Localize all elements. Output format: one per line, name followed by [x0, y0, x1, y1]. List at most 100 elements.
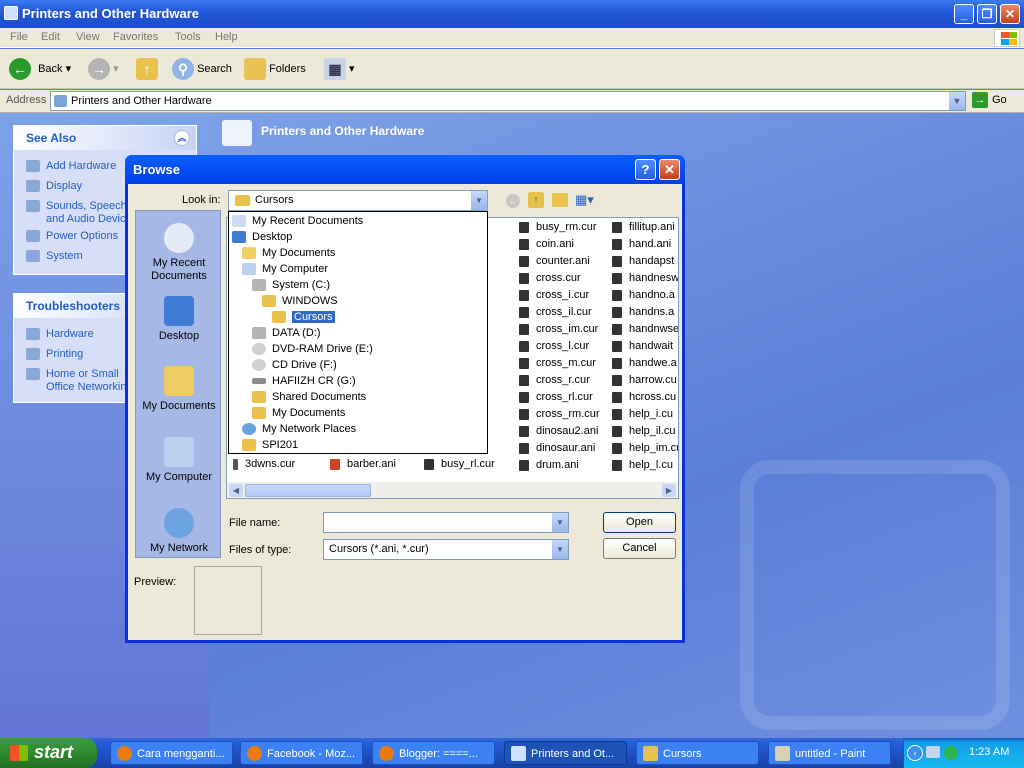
file-item[interactable]: dinosaur.ani [519, 442, 595, 454]
maximize-button[interactable]: ❐ [977, 4, 997, 24]
up-one-level-icon[interactable]: ↑ [528, 192, 544, 208]
menu-file[interactable]: File [10, 31, 28, 43]
look-in-dropdown-list[interactable]: My Recent Documents Desktop My Documents… [228, 211, 488, 454]
file-item[interactable]: cross_l.cur [519, 340, 589, 352]
task-facebook[interactable]: Facebook - Moz... [240, 741, 363, 765]
view-menu-icon[interactable]: ▦▾ [575, 192, 597, 208]
wireless-icon[interactable] [944, 746, 958, 760]
dropdown-item-network-places[interactable]: My Network Places [242, 421, 356, 437]
system-link[interactable]: System [26, 250, 83, 263]
place-my-computer[interactable]: My Computer [136, 437, 222, 484]
file-item[interactable]: coin.ani [519, 238, 574, 250]
file-type-dropdown-button[interactable]: ▼ [552, 540, 568, 559]
go-button[interactable]: → Go [972, 92, 1007, 108]
add-hardware-link[interactable]: Add Hardware [26, 160, 116, 173]
printing-troubleshooter-link[interactable]: Printing [26, 348, 83, 361]
minimize-button[interactable]: _ [954, 4, 974, 24]
help-button[interactable]: ? [635, 159, 656, 180]
file-item[interactable]: cross_r.cur [519, 374, 590, 386]
file-item[interactable]: cross_im.cur [519, 323, 598, 335]
file-item[interactable]: cross_i.cur [519, 289, 589, 301]
file-item[interactable]: cross_il.cur [519, 306, 592, 318]
file-name-dropdown-button[interactable]: ▼ [552, 513, 568, 532]
look-in-dropdown-button[interactable]: ▼ [471, 191, 487, 210]
dropdown-item-my-documents[interactable]: My Documents [242, 245, 335, 261]
search-button[interactable]: ⚲ Search [172, 57, 232, 81]
power-options-link[interactable]: Power Options [26, 230, 118, 243]
cancel-button[interactable]: Cancel [603, 538, 676, 559]
file-item[interactable]: cross.cur [519, 272, 581, 284]
file-item[interactable]: cross_m.cur [519, 357, 596, 369]
place-recent-documents[interactable]: My Recent Documents [136, 223, 222, 283]
file-item[interactable]: cross_rl.cur [519, 391, 593, 403]
dropdown-item-dvd-ram-e[interactable]: DVD-RAM Drive (E:) [252, 341, 373, 357]
display-link[interactable]: Display [26, 180, 82, 193]
scrollbar-thumb[interactable] [245, 484, 371, 497]
hardware-troubleshooter-link[interactable]: Hardware [26, 328, 94, 341]
dropdown-item-cd-f[interactable]: CD Drive (F:) [252, 357, 337, 373]
see-also-header[interactable]: See Also ︽ [14, 126, 196, 150]
dropdown-item-shared-documents[interactable]: Shared Documents [252, 389, 366, 405]
file-item[interactable]: harrow.cu [612, 374, 677, 386]
address-input[interactable]: Printers and Other Hardware ▼ [50, 91, 966, 111]
menu-help[interactable]: Help [215, 31, 238, 43]
dialog-titlebar[interactable]: Browse ? ✕ [125, 155, 685, 184]
file-item[interactable]: handnwse [612, 323, 678, 335]
file-item[interactable]: hcross.cu [612, 391, 676, 403]
file-item[interactable]: handwait [612, 340, 673, 352]
file-item[interactable]: handnesw [612, 272, 678, 284]
file-item[interactable]: handwe.a [612, 357, 677, 369]
back-icon[interactable]: ← [506, 194, 520, 208]
file-item[interactable]: counter.ani [519, 255, 590, 267]
scroll-left-button[interactable]: ◀ [229, 484, 243, 497]
file-item[interactable]: barber.ani [330, 458, 396, 470]
menu-view[interactable]: View [76, 31, 100, 43]
look-in-select[interactable]: Cursors ▼ [228, 190, 488, 211]
dropdown-item-windows[interactable]: WINDOWS [262, 293, 338, 309]
file-item[interactable]: cross_rm.cur [519, 408, 600, 420]
file-item[interactable]: busy_rm.cur [519, 221, 597, 233]
dropdown-item-cursors[interactable]: Cursors [272, 309, 336, 325]
place-my-network[interactable]: My Network [136, 508, 222, 555]
new-folder-icon[interactable] [552, 193, 568, 207]
dropdown-item-hafiizh-g[interactable]: HAFIIZH CR (G:) [252, 373, 356, 389]
file-name-input[interactable]: ▼ [323, 512, 569, 533]
views-button[interactable]: ▦ ▾ [324, 57, 355, 81]
place-desktop[interactable]: Desktop [136, 296, 222, 343]
file-item[interactable]: drum.ani [519, 459, 579, 471]
file-item[interactable]: dinosau2.ani [519, 425, 598, 437]
dialog-close-button[interactable]: ✕ [659, 159, 680, 180]
file-type-select[interactable]: Cursors (*.ani, *.cur) ▼ [323, 539, 569, 560]
back-button[interactable]: ← Back ▾ [9, 57, 71, 81]
clock[interactable]: 1:23 AM [969, 746, 1009, 758]
task-cara-mengganti[interactable]: Cara mengganti... [110, 741, 233, 765]
file-item[interactable]: help_im.cu [612, 442, 678, 454]
file-item[interactable]: handns.a [612, 306, 674, 318]
file-item[interactable]: busy_rl.cur [424, 458, 495, 470]
up-folder-button[interactable]: ↑ [136, 57, 158, 81]
file-item[interactable]: handno.a [612, 289, 675, 301]
scroll-right-button[interactable]: ▶ [662, 484, 676, 497]
show-hidden-icons-button[interactable]: ‹ [907, 745, 923, 761]
dropdown-item-data-d[interactable]: DATA (D:) [252, 325, 320, 341]
place-my-documents[interactable]: My Documents [136, 366, 222, 413]
menu-edit[interactable]: Edit [41, 31, 60, 43]
open-button[interactable]: Open [603, 512, 676, 533]
file-item[interactable]: handapst [612, 255, 674, 267]
start-button[interactable]: start [0, 738, 97, 768]
folders-button[interactable]: Folders [244, 57, 306, 81]
dropdown-item-my-computer[interactable]: My Computer [242, 261, 328, 277]
menu-favorites[interactable]: Favorites [113, 31, 158, 43]
task-printers[interactable]: Printers and Ot... [504, 741, 627, 765]
file-item[interactable]: help_l.cu [612, 459, 673, 471]
file-item[interactable]: hand.ani [612, 238, 671, 250]
window-titlebar[interactable]: Printers and Other Hardware _ ❐ ✕ [0, 0, 1024, 28]
address-dropdown-button[interactable]: ▼ [948, 92, 965, 110]
collapse-chevron-icon[interactable]: ︽ [174, 130, 190, 146]
dropdown-item-my-documents-2[interactable]: My Documents [252, 405, 345, 421]
file-item[interactable]: help_il.cu [612, 425, 675, 437]
horizontal-scrollbar[interactable]: ◀ ▶ [227, 482, 678, 498]
network-icon[interactable] [926, 746, 940, 758]
task-blogger[interactable]: Blogger: ====... [372, 741, 495, 765]
dropdown-item-system-c[interactable]: System (C:) [252, 277, 330, 293]
